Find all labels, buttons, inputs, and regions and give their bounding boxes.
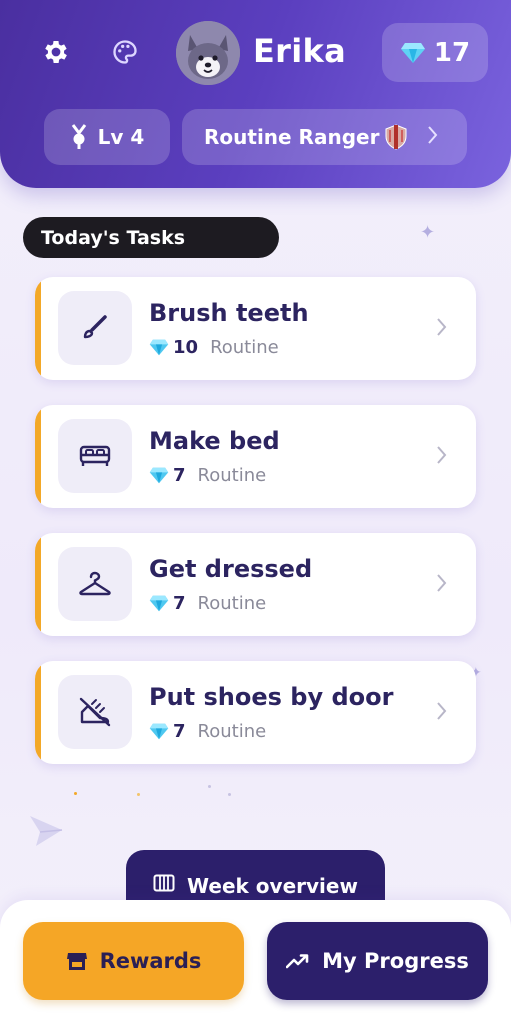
gear-icon [45,41,67,63]
title-label: Routine Ranger [204,125,380,149]
level-label: Lv 4 [97,125,145,149]
confetti-dot [228,793,231,796]
title-badge[interactable]: Routine Ranger [182,109,467,165]
gem-icon [149,339,169,356]
task-category: Routine [197,721,267,742]
settings-button[interactable] [36,32,76,72]
task-meta: 7 Routine [149,465,266,486]
trending-up-icon [286,954,309,969]
gem-icon [149,595,169,612]
username: Erika [253,32,346,70]
confetti-dot [137,793,140,796]
level-badge[interactable]: Lv 4 [44,109,170,165]
paper-plane-icon [30,816,63,846]
bed-icon [79,445,111,466]
task-points: 10 [173,337,199,358]
task-title: Put shoes by door [149,683,394,711]
palette-icon [113,40,137,64]
wolf-avatar-icon [176,21,240,85]
shield-icon [385,124,407,150]
chevron-right-icon [437,446,447,464]
chevron-right-icon [437,574,447,592]
task-title: Get dressed [149,555,313,583]
task-points: 7 [173,721,186,742]
task-meta: 7 Routine [149,721,266,742]
task-title: Make bed [149,427,280,455]
task-icon-tile [58,675,132,749]
rewards-label: Rewards [99,949,202,973]
shoe-icon [79,697,111,727]
rewards-button[interactable]: Rewards [23,922,244,1000]
task-meta: 7 Routine [149,593,266,614]
confetti-dot [74,792,77,795]
avatar[interactable] [176,21,240,85]
task-category: Routine [210,337,279,358]
task-icon-tile [58,419,132,493]
task-points: 7 [173,593,186,614]
hanger-icon [79,571,111,596]
task-card[interactable]: Put shoes by door 7 Routine [35,661,476,764]
week-overview-label: Week overview [187,874,358,898]
confetti-dot [208,785,211,788]
calendar-week-icon [153,874,175,892]
my-progress-button[interactable]: My Progress [267,922,488,1000]
task-accent-bar [35,277,41,380]
header: Erika 17 Lv 4 Routine Ranger [0,0,511,188]
gem-counter[interactable]: 17 [382,23,488,82]
task-category: Routine [197,593,267,614]
task-card[interactable]: Get dressed 7 Routine [35,533,476,636]
sparkle-decoration: ✦ [420,222,436,242]
section-title: Today's Tasks [23,217,279,258]
gem-icon [400,42,425,63]
chevron-right-icon [428,126,438,144]
medal-icon [71,124,86,149]
task-points: 7 [173,465,186,486]
chevron-right-icon [437,702,447,720]
task-icon-tile [58,291,132,365]
task-card[interactable]: Make bed 7 Routine [35,405,476,508]
task-meta: 10 Routine [149,337,279,358]
task-accent-bar [35,405,41,508]
brush-icon [83,315,107,339]
task-accent-bar [35,661,41,764]
theme-button[interactable] [105,32,145,72]
chevron-right-icon [437,318,447,336]
task-title: Brush teeth [149,299,309,327]
gem-icon [149,467,169,484]
gem-icon [149,723,169,740]
store-icon [66,953,87,970]
task-category: Routine [197,465,267,486]
task-card[interactable]: Brush teeth 10 Routine [35,277,476,380]
gem-count: 17 [433,37,471,68]
task-accent-bar [35,533,41,636]
my-progress-label: My Progress [322,949,469,973]
task-icon-tile [58,547,132,621]
